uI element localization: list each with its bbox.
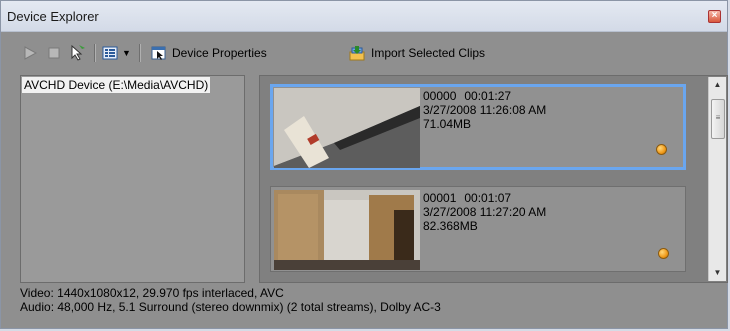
clip-id: 00001 <box>423 191 457 205</box>
device-list-pane: AVCHD Device (E:\Media\AVCHD) <box>20 75 245 283</box>
select-cursor-icon-shape <box>71 44 85 61</box>
clip-metadata: 00000 00:01:27 3/27/2008 11:26:08 AM 71.0… <box>423 89 546 131</box>
clip-thumbnail <box>274 190 420 270</box>
stop-icon[interactable] <box>47 44 61 62</box>
device-explorer-window: Device Explorer × ▼ Device Properties Im… <box>0 0 728 329</box>
status-dot-icon <box>656 144 667 155</box>
clip-duration: 00:01:07 <box>464 191 512 205</box>
clip-list-pane: 00000 00:01:27 3/27/2008 11:26:08 AM 71.0… <box>259 75 728 283</box>
clip-item[interactable]: 00000 00:01:27 3/27/2008 11:26:08 AM 71.0… <box>270 84 686 170</box>
toolbar-separator <box>139 44 141 62</box>
status-dot-icon <box>658 248 669 259</box>
import-selected-clips-button[interactable]: Import Selected Clips <box>348 44 485 62</box>
play-icon-shape <box>24 46 37 60</box>
device-list-item[interactable]: AVCHD Device (E:\Media\AVCHD) <box>22 77 211 93</box>
stream-info: Video: 1440x1080x12, 29.970 fps interlac… <box>20 286 441 314</box>
import-selected-clips-label: Import Selected Clips <box>371 46 486 60</box>
select-cursor-icon[interactable] <box>69 44 87 62</box>
clip-size: 82.368MB <box>423 219 478 233</box>
clip-id: 00000 <box>423 89 457 103</box>
audio-info: Audio: 48,000 Hz, 5.1 Surround (stereo d… <box>20 300 441 314</box>
clip-datetime: 3/27/2008 11:27:20 AM <box>423 205 547 219</box>
clip-datetime: 3/27/2008 11:26:08 AM <box>423 103 547 117</box>
window-title: Device Explorer <box>7 9 99 24</box>
stop-icon-shape <box>48 47 60 59</box>
clip-duration: 00:01:27 <box>464 89 512 103</box>
view-mode-icon-shape <box>102 46 118 60</box>
clip-metadata: 00001 00:01:07 3/27/2008 11:27:20 AM 82.3… <box>423 191 546 233</box>
scroll-thumb[interactable]: ≡ <box>711 99 725 139</box>
view-mode-icon[interactable] <box>102 44 118 62</box>
play-icon[interactable] <box>23 44 37 62</box>
video-info: Video: 1440x1080x12, 29.970 fps interlac… <box>20 286 284 300</box>
clip-size: 71.04MB <box>423 117 472 131</box>
chevron-down-icon[interactable]: ▼ <box>122 44 131 62</box>
title-bar: Device Explorer × <box>1 1 727 32</box>
close-icon[interactable]: × <box>708 10 721 23</box>
device-properties-button[interactable]: Device Properties <box>151 44 267 62</box>
toolbar: ▼ Device Properties Import Selected Clip… <box>1 32 727 72</box>
import-icon <box>349 46 365 61</box>
scroll-up-icon[interactable]: ▲ <box>709 77 726 93</box>
toolbar-separator <box>94 44 96 62</box>
clip-thumbnail <box>274 88 420 168</box>
device-properties-label: Device Properties <box>172 46 267 60</box>
vertical-scrollbar[interactable]: ▲ ≡ ▼ <box>708 77 726 281</box>
scroll-down-icon[interactable]: ▼ <box>709 265 726 281</box>
properties-icon <box>151 46 166 60</box>
clip-item[interactable]: 00001 00:01:07 3/27/2008 11:27:20 AM 82.3… <box>270 186 686 272</box>
